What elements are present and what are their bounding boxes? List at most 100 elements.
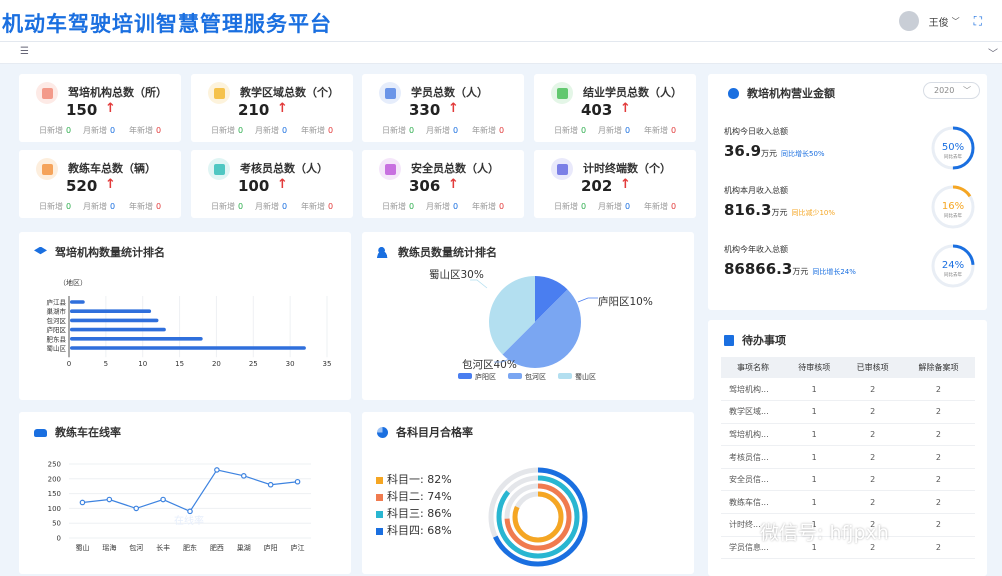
stat-card[interactable]: 学员总数（人） 330 ↑ 日新增 0 月新增 0 年新增 0 [362,74,524,142]
stat-value: 150 [66,101,98,119]
user-name[interactable]: 王俊 [929,14,949,29]
x-tick-label: 肥西 [210,544,224,552]
stat-month-label: 月新增 [83,126,107,135]
y-tick-label: 蜀山区 [47,344,67,353]
chevron-down-icon: ﹀ [963,86,971,95]
ring-percent: 50% [942,142,964,153]
stat-day-label: 日新增 [39,202,63,211]
stat-day-label: 日新增 [554,202,578,211]
y-tick-label: 50 [52,520,61,528]
stat-icon [36,82,58,104]
stat-card[interactable]: 教练车总数（辆） 520 ↑ 日新增 0 月新增 0 年新增 0 [19,150,181,218]
watermark: 微信号: hfjpxh [760,522,889,544]
stat-year-increase: 年新增 0 [472,125,504,136]
stat-year-label: 年新增 [472,202,496,211]
stat-label: 计时终端数（个） [583,162,671,175]
fullscreen-icon[interactable]: ⛶ [974,14,982,29]
x-tick-label: 庐江 [291,543,305,552]
bar-chart: （地区） 0 5 10 15 20 25 30 35 庐江县巢湖市包河区庐阳区肥东县蜀山区 [47,278,332,368]
legend-label: 科目二: 74% [387,490,452,503]
stat-day-label: 日新增 [382,126,406,135]
data-point[interactable] [267,481,274,488]
stat-year-increase: 年新增 0 [301,201,333,212]
revenue-value-line: 86866.3万元 同比增长24% [724,260,856,278]
stat-month-increase: 月新增 0 [598,201,630,212]
bar[interactable] [70,309,152,313]
table-row[interactable]: 驾培机构... 1 2 2 [721,378,975,402]
data-point[interactable] [187,508,193,515]
avatar[interactable] [898,11,919,31]
todo-item-count: 2 [901,536,975,560]
stat-month-value: 0 [110,126,116,135]
stat-label: 驾培机构总数（所） [68,86,167,99]
arrow-up-icon: ↑ [620,101,631,116]
data-point[interactable] [214,467,220,473]
table-row[interactable]: 安全员信... 1 2 2 [721,468,975,492]
line-chart: 0 50 100 150 200 250 在线率蜀山 瑶海 包河 长丰 肥东 肥西 巢湖 庐阳 庐江 [48,461,311,552]
user-menu[interactable]: 王俊 ﹀ ⛶ [898,11,982,31]
stat-day-value: 0 [581,126,587,135]
table-row[interactable]: 教练车信... 1 2 2 [721,490,975,515]
x-tick-label: 5 [104,360,108,368]
menu-toggle-icon[interactable]: ☰ [20,46,29,57]
chevron-down-icon[interactable]: ﹀ [952,16,960,27]
money-bag-icon [728,87,739,99]
todo-item-count: 1 [785,378,844,402]
stat-value: 330 [409,101,441,119]
todo-item-count: 1 [785,445,844,469]
bar[interactable] [70,300,85,304]
revenue-row: 机构今年收入总额 86866.3万元 同比增长24% [724,244,856,278]
stat-year-value: 0 [499,126,505,135]
y-tick-label: 包河区 [47,316,67,325]
table-header: 解除备案项 [901,357,975,378]
stat-year-value: 0 [328,126,334,135]
stat-card[interactable]: 计时终端数（个） 202 ↑ 日新增 0 月新增 0 年新增 0 [534,150,696,218]
stat-card[interactable]: 教学区域总数（个） 210 ↑ 日新增 0 月新增 0 年新增 0 [191,74,353,142]
x-tick-label: 35 [323,360,332,368]
bar[interactable] [70,327,166,332]
chart-watermark: 在线率 [174,514,204,527]
todo-item-count: 2 [901,468,975,492]
data-point[interactable] [79,499,86,506]
stat-card[interactable]: 安全员总数（人） 306 ↑ 日新增 0 月新增 0 年新增 0 [362,150,524,218]
stat-value: 520 [66,177,98,195]
stat-icon [551,82,573,104]
todo-title: 待办事项 [742,334,786,347]
todo-item-count: 2 [843,378,902,402]
todo-item-name: 教学区域... [721,400,785,424]
table-row[interactable]: 教学区域... 1 2 2 [721,400,975,424]
revenue-label: 机构今年收入总额 [724,245,788,254]
stat-month-increase: 月新增 0 [598,125,630,136]
data-point[interactable] [294,478,301,485]
data-point[interactable] [133,505,140,512]
todo-item-count: 2 [901,513,975,537]
ring-percent: 24% [942,260,964,271]
year-select[interactable]: 2020 ﹀ [923,82,980,99]
legend-swatch [376,527,383,535]
revenue-panel: 教培机构营业金额 2020 ﹀ 机构今日收入总额 36.9万元 同比增长50% 50% 同… [708,74,987,310]
pie-label: 蜀山区30% [429,269,484,281]
legend-swatch [558,373,572,379]
stat-label: 考核员总数（人） [240,162,328,175]
data-point[interactable] [106,496,113,503]
stat-day-increase: 日新增 0 [382,125,414,136]
table-row[interactable]: 驾培机构... 1 2 2 [721,423,975,447]
stat-icon [208,158,230,180]
pie-leader-line [470,279,488,289]
chevron-down-icon[interactable]: ﹀ [988,45,998,60]
stat-card[interactable]: 考核员总数（人） 100 ↑ 日新增 0 月新增 0 年新增 0 [191,150,353,218]
bar[interactable] [70,337,203,341]
todo-item-count: 1 [785,468,844,492]
revenue-value: 816.3 [724,201,772,219]
stat-icon [208,82,230,104]
stat-card[interactable]: 驾培机构总数（所） 150 ↑ 日新增 0 月新增 0 年新增 0 [19,74,181,142]
data-point[interactable] [240,473,247,479]
stat-glyph-icon [556,87,568,99]
stat-month-label: 月新增 [426,202,450,211]
table-row[interactable]: 考核员信... 1 2 2 [721,445,975,469]
bar[interactable] [70,346,306,350]
data-point[interactable] [160,496,166,503]
bar[interactable] [70,318,159,323]
stat-card[interactable]: 结业学员总数（人） 403 ↑ 日新增 0 月新增 0 年新增 0 [534,74,696,142]
stat-year-label: 年新增 [644,202,668,211]
